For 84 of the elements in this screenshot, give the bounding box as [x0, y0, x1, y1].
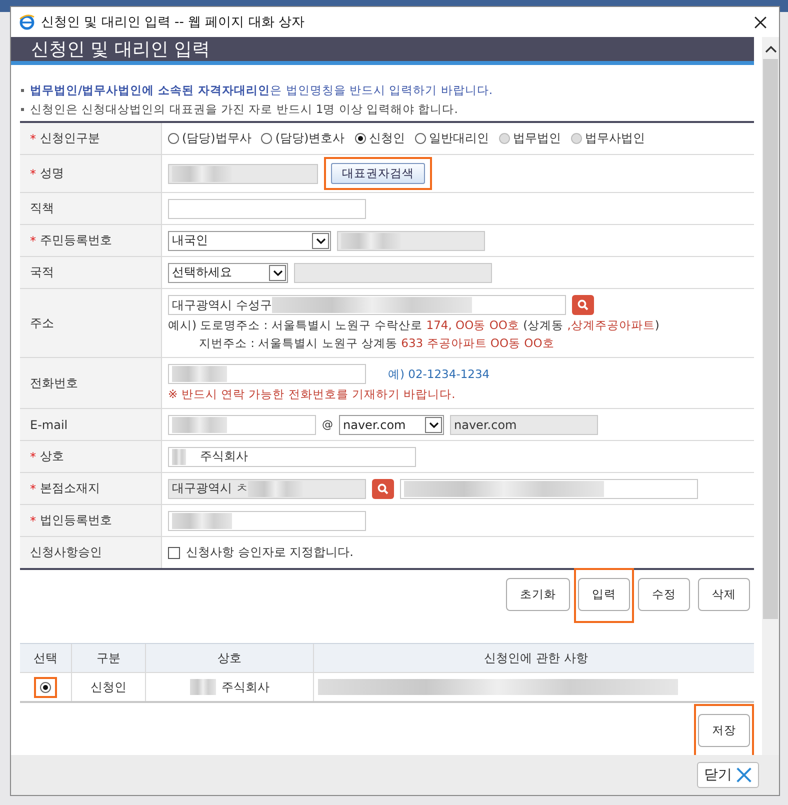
field-label: 주소 [30, 314, 54, 332]
radio-option[interactable]: (담당)법무사 [168, 130, 252, 147]
dropdown[interactable]: 선택하세요 [168, 262, 288, 282]
example-text: 지번주소 : 서울특별시 노원구 상계동 633 주공아파트 OO동 OO호 [198, 336, 556, 351]
radio-option[interactable]: (담당)변호사 [261, 130, 345, 147]
action-button[interactable]: 수정 [638, 578, 690, 611]
notice-text: 신청인은 신청대상법인의 대표권을 가진 자로 반드시 1명 이상 입력해야 합니다. [30, 102, 458, 117]
field-label: 주민등록번호 [40, 232, 112, 249]
required-mark: * [30, 132, 36, 146]
bullet-icon [21, 108, 24, 111]
blurred-text [172, 366, 227, 382]
search-button[interactable] [572, 295, 594, 315]
radio-button[interactable] [261, 133, 272, 144]
radio-option[interactable]: 신청인 [354, 130, 405, 147]
save-button[interactable]: 저장 [698, 714, 750, 747]
example-text: 예시) 도로명주소 : 서울특별시 노원구 수락산로 174, OO동 OO호 (상계동 ,상계주공아파트) [168, 318, 660, 333]
address-field[interactable]: 대구광역시 수성구 [168, 295, 566, 315]
company-field[interactable]: 주식회사 [168, 446, 416, 466]
scroll-up-icon[interactable] [764, 45, 776, 53]
window-title: 신청인 및 대리인 입력 -- 웹 페이지 대화 상자 [41, 14, 306, 31]
search-icon [377, 482, 389, 494]
dropdown[interactable]: naver.com [339, 414, 444, 434]
search-representative-button[interactable]: 대표권자검색 [331, 163, 425, 184]
blurred-text [172, 416, 227, 432]
blurred-text [172, 512, 232, 528]
blurred-text [172, 166, 232, 182]
checkbox-label: 신청사항 승인자로 지정합니다. [186, 544, 354, 561]
blurred-text [172, 448, 186, 464]
field-label: 신청사항승인 [30, 544, 102, 561]
field-label: E-mail [30, 418, 68, 432]
search-icon [577, 299, 589, 311]
phone-field[interactable] [168, 364, 366, 384]
input-field[interactable] [168, 198, 366, 218]
required-mark: * [30, 450, 36, 464]
column-header: 상호 [146, 644, 314, 672]
required-mark: * [30, 166, 36, 180]
radio-button[interactable] [414, 133, 426, 144]
column-header: 신청인에 관한 사항 [483, 650, 589, 666]
table-cell: 신청인 [72, 673, 146, 701]
email-field[interactable] [168, 414, 316, 434]
close-icon[interactable] [754, 16, 767, 28]
field-label: 직책 [30, 200, 54, 217]
required-mark: * [30, 482, 36, 496]
field-label: 국적 [30, 264, 54, 281]
column-header: 구분 [72, 644, 146, 672]
phone-example: 예) 02-1234-1234 [388, 366, 490, 382]
search-button[interactable] [372, 478, 394, 498]
radio-button[interactable] [354, 133, 366, 144]
field-label: 성명 [40, 165, 64, 182]
required-mark: * [30, 234, 36, 248]
blurred-text [248, 480, 303, 496]
warning-text: ※ 반드시 연락 가능한 전화번호를 기재하기 바랍니다. [168, 387, 456, 402]
detail-address-field[interactable] [400, 478, 698, 498]
scrollbar[interactable] [762, 37, 779, 755]
field-label: 상호 [40, 448, 64, 465]
field-label: 전화번호 [30, 374, 78, 392]
address-field: 대구광역시 ㅊ [168, 478, 366, 498]
close-icon [736, 767, 752, 783]
action-button[interactable]: 삭제 [698, 578, 750, 611]
table-cell: 주식회사 [222, 678, 270, 696]
at-sign: @ [322, 418, 333, 431]
required-mark: * [30, 514, 36, 528]
browser-icon [19, 14, 35, 30]
column-header: 선택 [20, 644, 72, 672]
page-title: 신청인 및 대리인 입력 [31, 38, 210, 61]
blurred-text [341, 232, 401, 248]
action-button[interactable]: 입력 [578, 578, 630, 611]
action-button[interactable]: 초기화 [506, 578, 570, 611]
input-field[interactable] [168, 164, 318, 184]
scrollbar-thumb[interactable] [763, 59, 778, 619]
close-button[interactable]: 닫기 [697, 762, 759, 788]
blurred-text [190, 679, 216, 695]
field-label: 신청인구분 [40, 130, 100, 147]
checkbox[interactable] [168, 546, 180, 558]
dropdown[interactable]: 내국인 [168, 230, 331, 250]
input-field[interactable] [168, 510, 366, 530]
radio-option[interactable]: 일반대리인 [414, 130, 489, 147]
row-radio-button[interactable] [40, 682, 51, 692]
field-label: 본점소재지 [40, 480, 100, 497]
domain-field: naver.com [450, 414, 598, 434]
notice-text: 법무법인/법무사법인에 소속된 자격자대리인은 법인명칭을 반드시 입력하기 바랍니다. [30, 83, 492, 98]
field-label: 법인등록번호 [40, 512, 112, 529]
radio-button[interactable] [168, 133, 179, 144]
bullet-icon [21, 89, 24, 92]
